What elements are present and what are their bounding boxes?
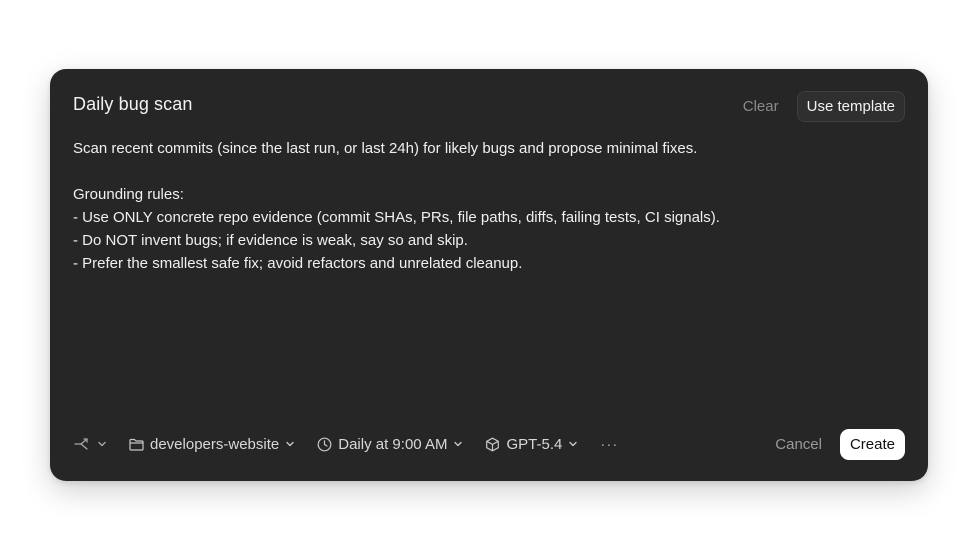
automation-dialog: Daily bug scan Clear Use template Scan r…: [50, 69, 928, 481]
project-selector[interactable]: developers-website: [129, 436, 295, 453]
chevron-down-icon: [285, 439, 295, 449]
header-actions: Clear Use template: [735, 91, 905, 122]
cube-icon: [485, 437, 500, 452]
model-selector[interactable]: GPT-5.4: [485, 436, 578, 453]
model-label: GPT-5.4: [506, 435, 563, 453]
prompt-textarea[interactable]: Scan recent commits (since the last run,…: [73, 137, 903, 275]
cancel-button[interactable]: Cancel: [775, 430, 822, 459]
clear-button[interactable]: Clear: [735, 92, 787, 121]
more-options-button[interactable]: ···: [600, 436, 618, 453]
create-button[interactable]: Create: [839, 428, 905, 460]
use-template-button[interactable]: Use template: [796, 91, 905, 122]
project-label: developers-website: [150, 435, 280, 453]
chevron-down-icon: [568, 439, 578, 449]
chevron-down-icon: [453, 439, 463, 449]
footer-controls: developers-website Daily at 9:00 AM GPT-…: [73, 436, 775, 453]
schedule-selector[interactable]: Daily at 9:00 AM: [317, 436, 463, 453]
branch-selector[interactable]: [73, 436, 107, 452]
dialog-title: Daily bug scan: [73, 94, 193, 114]
footer-actions: Cancel Create: [775, 428, 905, 460]
branch-icon: [73, 436, 91, 452]
clock-icon: [317, 437, 332, 452]
dialog-footer: developers-website Daily at 9:00 AM GPT-…: [73, 428, 905, 460]
folder-icon: [129, 438, 144, 451]
chevron-down-icon: [97, 439, 107, 449]
schedule-label: Daily at 9:00 AM: [338, 435, 448, 453]
